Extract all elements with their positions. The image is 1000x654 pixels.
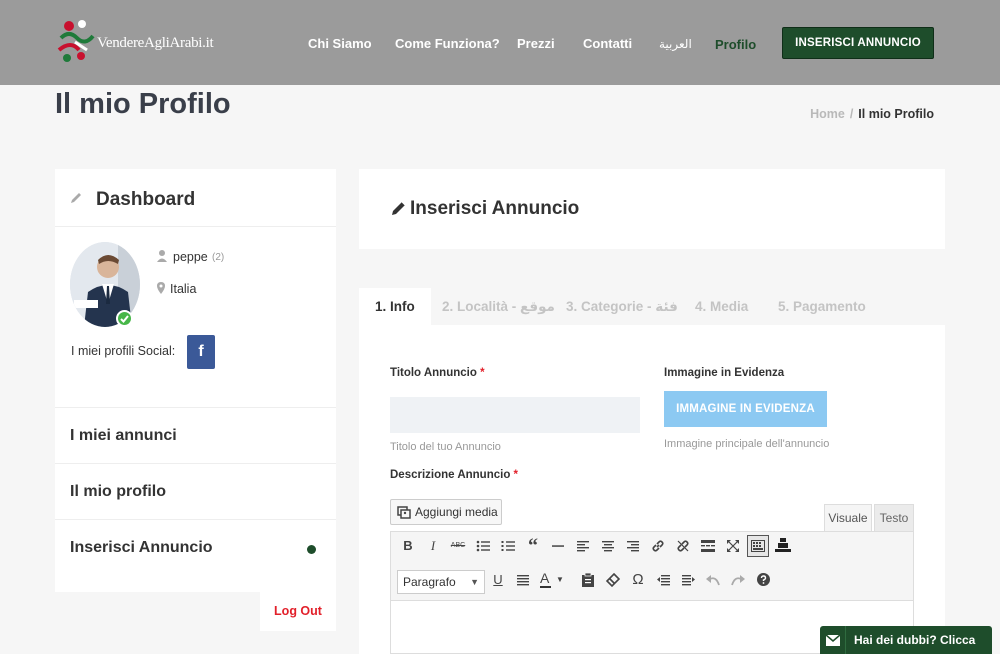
read-more-icon[interactable] xyxy=(697,535,719,557)
tab-info[interactable]: 1. Info xyxy=(359,288,431,325)
align-left-icon[interactable] xyxy=(572,535,594,557)
envelope-icon xyxy=(820,626,846,654)
nav-chi-siamo[interactable]: Chi Siamo xyxy=(308,36,372,51)
text-color-icon[interactable]: A ▼ xyxy=(537,569,567,591)
bold-icon[interactable]: B xyxy=(397,535,419,557)
add-media-button[interactable]: Aggiungi media xyxy=(390,499,502,525)
pencil-icon xyxy=(71,193,81,203)
description-field-label: Descrizione Annuncio * xyxy=(390,469,519,481)
nav-arabic[interactable]: العربية xyxy=(659,37,692,51)
help-chat-button[interactable]: Hai dei dubbi? Clicca Qui xyxy=(820,626,992,654)
location-pin-icon xyxy=(157,282,165,294)
align-center-icon[interactable] xyxy=(597,535,619,557)
dashboard-sidebar: Dashboard peppe (2) Italia I miei profil… xyxy=(55,169,336,592)
tab-categories[interactable]: 3. Categorie - فئة xyxy=(566,288,678,325)
paste-text-icon[interactable] xyxy=(577,569,599,591)
page-title: Il mio Profilo xyxy=(55,88,231,120)
breadcrumb-current: Il mio Profilo xyxy=(858,107,934,121)
chevron-down-icon: ▼ xyxy=(556,575,564,584)
active-indicator-icon xyxy=(307,545,316,554)
link-icon[interactable] xyxy=(647,535,669,557)
fullscreen-icon[interactable] xyxy=(722,535,744,557)
facebook-icon: f xyxy=(198,343,204,360)
insert-ad-title: Inserisci Annuncio xyxy=(410,198,580,219)
nav-come-funziona[interactable]: Come Funziona? xyxy=(395,36,500,51)
tab-media[interactable]: 4. Media xyxy=(695,288,748,325)
insert-ad-button[interactable]: INSERISCI ANNUNCIO xyxy=(782,27,934,59)
omega-special-char-icon[interactable]: Ω xyxy=(627,569,649,591)
clear-formatting-icon[interactable] xyxy=(602,569,624,591)
outdent-icon[interactable] xyxy=(652,569,674,591)
facebook-button[interactable]: f xyxy=(187,335,215,369)
blockquote-icon[interactable]: “ xyxy=(522,535,544,557)
nav-prezzi[interactable]: Prezzi xyxy=(517,36,555,51)
dashboard-title: Dashboard xyxy=(96,189,196,210)
indent-icon[interactable] xyxy=(677,569,699,591)
site-logo[interactable]: VendereAgliArabi.it xyxy=(55,16,215,68)
username: peppe xyxy=(173,250,208,264)
breadcrumb-home[interactable]: Home xyxy=(810,107,845,121)
unlink-icon[interactable] xyxy=(672,535,694,557)
toolbar-toggle-icon[interactable] xyxy=(747,535,769,557)
media-icon xyxy=(397,506,411,519)
redo-icon[interactable] xyxy=(727,569,749,591)
insert-ad-panel-header: Inserisci Annuncio xyxy=(359,169,945,249)
logo-icon xyxy=(57,20,95,62)
social-profiles-label: I miei profili Social: xyxy=(71,344,176,358)
logo-text: VendereAgliArabi.it xyxy=(97,35,214,51)
featured-image-button[interactable]: IMMAGINE IN EVIDENZA xyxy=(664,391,827,427)
undo-icon[interactable] xyxy=(702,569,724,591)
ad-form: Titolo Annuncio * Titolo del tuo Annunci… xyxy=(359,325,945,654)
justify-icon[interactable] xyxy=(512,569,534,591)
site-header: VendereAgliArabi.it Chi Siamo Come Funzi… xyxy=(0,0,1000,85)
verified-badge-icon xyxy=(116,310,133,327)
sidebar-item-label: Inserisci Annuncio xyxy=(70,539,213,556)
image-field-label: Immagine in Evidenza xyxy=(664,367,785,379)
sidebar-item-insert-ad[interactable]: Inserisci Annuncio xyxy=(55,519,336,575)
editor-toolbar: B I ABC “ Paragrafo ▼ U A ▼ Ω xyxy=(390,531,914,601)
underline-icon[interactable]: U xyxy=(487,569,509,591)
nav-profilo[interactable]: Profilo xyxy=(715,37,756,52)
sidebar-item-label: Il mio profilo xyxy=(70,483,166,500)
user-location: Italia xyxy=(170,282,197,296)
logout-button[interactable]: Log Out xyxy=(260,592,336,631)
editor-tab-visual[interactable]: Visuale xyxy=(824,504,872,531)
dashboard-header: Dashboard xyxy=(55,169,336,227)
image-field-help: Immagine principale dell'annuncio xyxy=(664,438,830,450)
bullet-list-icon[interactable] xyxy=(472,535,494,557)
strikethrough-icon[interactable]: ABC xyxy=(447,535,469,557)
horizontal-line-icon[interactable] xyxy=(547,535,569,557)
toolbar-row-2: U A ▼ Ω xyxy=(391,569,915,599)
toolbar-row-1: B I ABC “ xyxy=(391,535,915,565)
nav-contatti[interactable]: Contatti xyxy=(583,36,632,51)
ad-title-input[interactable] xyxy=(390,397,640,433)
breadcrumb-separator: / xyxy=(849,107,854,121)
tab-location[interactable]: 2. Località - موقع xyxy=(442,288,555,325)
align-right-icon[interactable] xyxy=(622,535,644,557)
sidebar-item-my-ads[interactable]: I miei annunci xyxy=(55,407,336,463)
form-tabs: 1. Info 2. Località - موقع 3. Categorie … xyxy=(359,288,945,325)
title-field-label: Titolo Annuncio * xyxy=(390,367,485,379)
help-icon[interactable] xyxy=(752,569,774,591)
editor-tab-text[interactable]: Testo xyxy=(874,504,914,531)
sidebar-item-label: I miei annunci xyxy=(70,427,177,444)
numbered-list-icon[interactable] xyxy=(497,535,519,557)
title-field-help: Titolo del tuo Annuncio xyxy=(390,441,501,453)
sidebar-item-my-profile[interactable]: Il mio profilo xyxy=(55,463,336,519)
insert-shortcode-icon[interactable] xyxy=(772,535,794,557)
tab-payment[interactable]: 5. Pagamento xyxy=(778,288,866,325)
user-icon xyxy=(157,250,167,262)
breadcrumb: Home / Il mio Profilo xyxy=(810,107,934,121)
pencil-icon xyxy=(392,201,406,215)
user-ad-count: (2) xyxy=(212,252,225,263)
italic-icon[interactable]: I xyxy=(422,535,444,557)
